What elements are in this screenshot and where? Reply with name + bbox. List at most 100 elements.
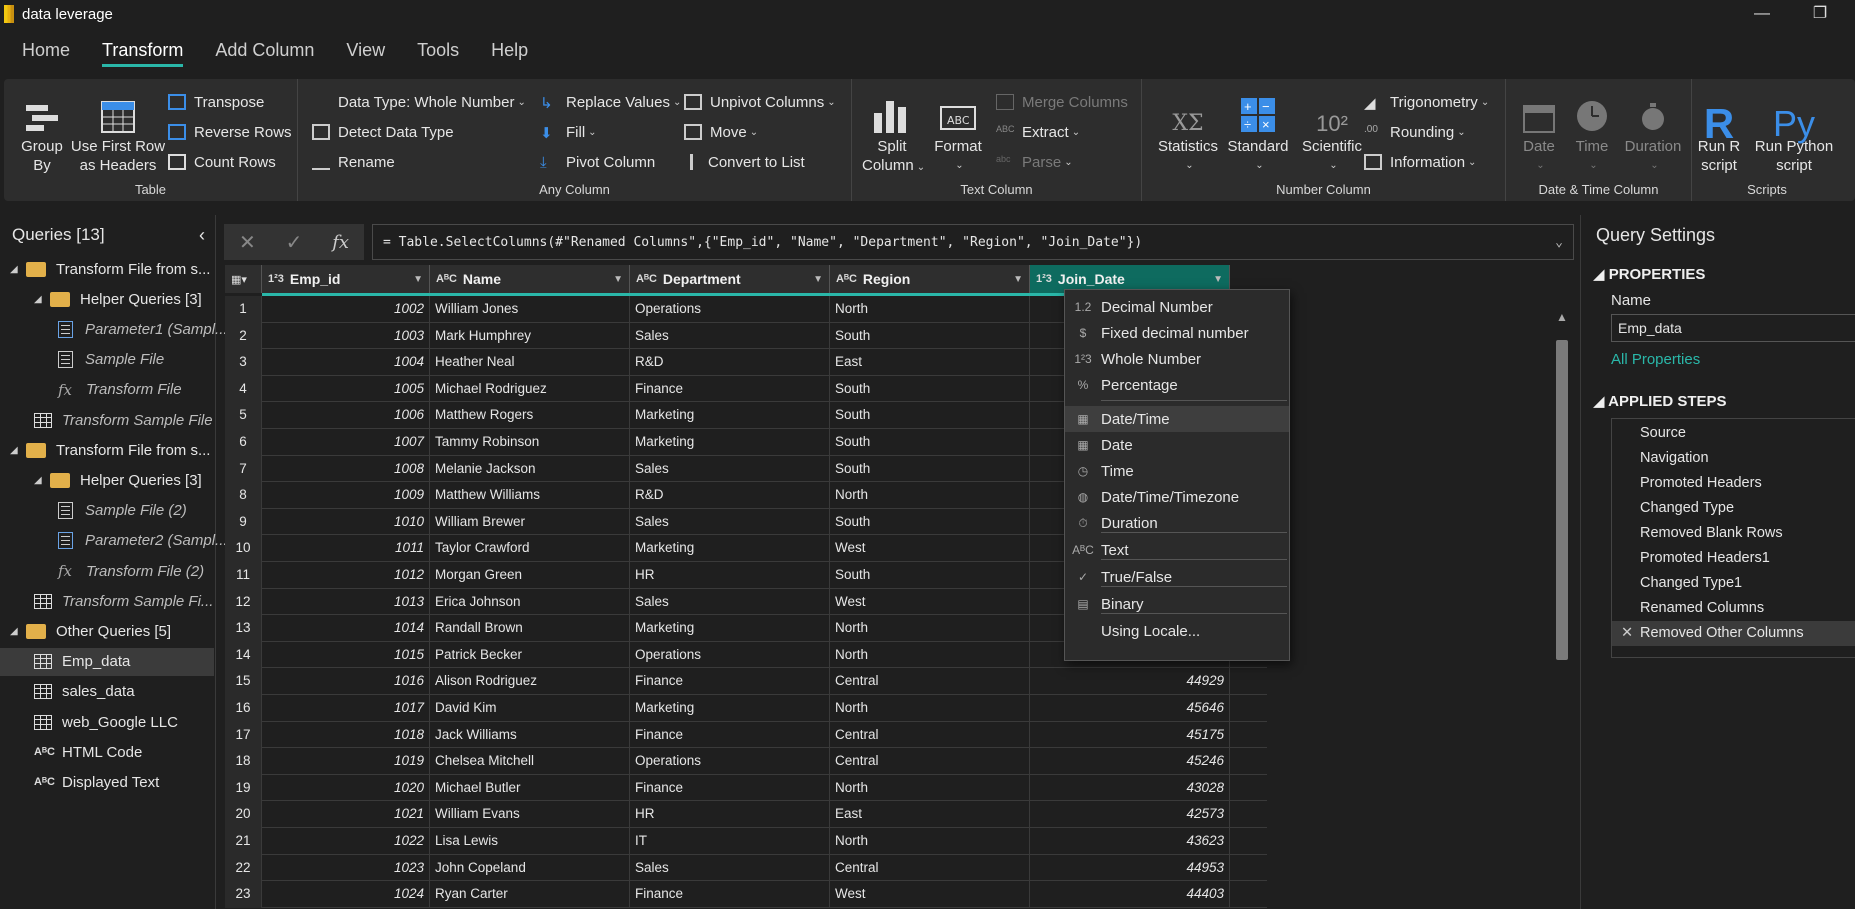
table-cell[interactable]: 22: [225, 854, 262, 882]
table-cell[interactable]: South: [830, 375, 1030, 403]
table-cell[interactable]: HR: [630, 562, 830, 589]
table-cell[interactable]: 16: [225, 695, 262, 722]
minimize-button[interactable]: —: [1742, 2, 1782, 26]
table-cell[interactable]: West: [830, 881, 1030, 908]
query-item[interactable]: ◢ Helper Queries [3]: [0, 466, 202, 494]
detect-data-type-button[interactable]: Detect Data Type: [312, 119, 454, 145]
table-cell[interactable]: Central: [830, 668, 1030, 695]
type-icon[interactable]: 1²3: [268, 273, 284, 285]
table-cell[interactable]: North: [830, 828, 1030, 855]
table-cell[interactable]: Patrick Becker: [430, 641, 630, 669]
formula-input[interactable]: = Table.SelectColumns(#"Renamed Columns"…: [372, 224, 1574, 260]
table-cell[interactable]: 1019: [262, 748, 430, 775]
query-item[interactable]: Sample File (2): [0, 497, 187, 525]
type-option-date-time-timezone[interactable]: ◍ Date/Time/Timezone: [1065, 484, 1289, 510]
table-cell[interactable]: North: [830, 482, 1030, 509]
table-cell[interactable]: 1016: [262, 668, 430, 695]
table-cell[interactable]: 1014: [262, 615, 430, 642]
table-cell[interactable]: North: [830, 774, 1030, 802]
table-cell[interactable]: R&D: [630, 482, 830, 509]
table-cell[interactable]: Marketing: [630, 429, 830, 456]
table-cell[interactable]: Ryan Carter: [430, 881, 630, 908]
scroll-up-icon[interactable]: ▲: [1553, 310, 1571, 324]
split-column-button[interactable]: Split Column ⌄: [862, 89, 925, 177]
run-python-script-button[interactable]: Py Run Python script: [1748, 89, 1840, 175]
table-cell[interactable]: 5: [225, 402, 262, 429]
delete-step-icon[interactable]: ✕: [1621, 621, 1633, 646]
table-cell[interactable]: North: [830, 695, 1030, 722]
run-r-script-button[interactable]: R Run Rscript: [1694, 89, 1744, 175]
rounding-button[interactable]: .00 Rounding ⌄: [1364, 119, 1466, 145]
table-cell[interactable]: Operations: [630, 296, 830, 323]
time-button[interactable]: Time ⌄: [1566, 89, 1618, 175]
table-cell[interactable]: Tammy Robinson: [430, 429, 630, 456]
trigonometry-button[interactable]: ◢ Trigonometry ⌄: [1364, 89, 1489, 115]
parse-button[interactable]: abc Parse ⌄: [996, 149, 1073, 175]
menu-home[interactable]: Home: [10, 28, 82, 72]
applied-step[interactable]: Removed Blank Rows: [1612, 521, 1855, 546]
table-cell[interactable]: 42573: [1030, 801, 1230, 828]
table-cell[interactable]: 1017: [262, 695, 430, 722]
table-cell[interactable]: 15: [225, 668, 262, 695]
table-cell[interactable]: Michael Rodriguez: [430, 375, 630, 403]
table-cell[interactable]: 1007: [262, 429, 430, 456]
table-cell[interactable]: 7: [225, 455, 262, 483]
table-cell[interactable]: South: [830, 562, 1030, 589]
table-cell[interactable]: Randall Brown: [430, 615, 630, 642]
reverse-rows-button[interactable]: Reverse Rows: [168, 119, 292, 145]
type-option-time[interactable]: ◷ Time: [1065, 458, 1289, 484]
table-cell[interactable]: William Evans: [430, 801, 630, 828]
expand-icon[interactable]: ◢: [10, 626, 26, 637]
query-item[interactable]: fx Transform File (2): [0, 557, 204, 585]
properties-section[interactable]: ◢ PROPERTIES: [1593, 265, 1705, 283]
table-cell[interactable]: 1020: [262, 774, 430, 802]
table-cell[interactable]: 1010: [262, 508, 430, 536]
table-cell[interactable]: West: [830, 588, 1030, 616]
table-cell[interactable]: South: [830, 322, 1030, 350]
table-cell[interactable]: 44929: [1030, 668, 1230, 695]
table-cell[interactable]: Sales: [630, 508, 830, 536]
type-option-date-time[interactable]: ▦ Date/Time: [1065, 406, 1289, 432]
table-cell[interactable]: Mark Humphrey: [430, 322, 630, 350]
table-cell[interactable]: William Jones: [430, 296, 630, 323]
table-cell[interactable]: Taylor Crawford: [430, 535, 630, 562]
table-cell[interactable]: 1012: [262, 562, 430, 589]
expand-icon[interactable]: ◢: [10, 445, 26, 456]
table-cell[interactable]: 1021: [262, 801, 430, 828]
table-cell[interactable]: 1015: [262, 641, 430, 669]
table-cell[interactable]: East: [830, 349, 1030, 376]
table-cell[interactable]: Melanie Jackson: [430, 455, 630, 483]
scientific-button[interactable]: 10² Scientific ⌄: [1296, 89, 1368, 175]
table-cell[interactable]: 1022: [262, 828, 430, 855]
query-item[interactable]: Parameter2 (Sampl...: [0, 527, 228, 555]
table-cell[interactable]: 19: [225, 774, 262, 802]
type-icon[interactable]: AᴮC: [636, 273, 657, 285]
table-cell[interactable]: Morgan Green: [430, 562, 630, 589]
table-cell[interactable]: 1005: [262, 375, 430, 403]
table-cell[interactable]: Marketing: [630, 695, 830, 722]
table-cell[interactable]: North: [830, 615, 1030, 642]
date-button[interactable]: Date ⌄: [1514, 89, 1564, 175]
table-cell[interactable]: East: [830, 801, 1030, 828]
unpivot-columns-button[interactable]: Unpivot Columns ⌄: [684, 89, 836, 115]
query-item[interactable]: ◢ Transform File from s...: [0, 255, 210, 283]
query-item[interactable]: AᴮC Displayed Text: [0, 768, 159, 796]
applied-step[interactable]: Source: [1612, 421, 1855, 446]
table-cell[interactable]: Central: [830, 721, 1030, 749]
table-cell[interactable]: Alison Rodriguez: [430, 668, 630, 695]
table-cell[interactable]: 1008: [262, 455, 430, 483]
table-cell[interactable]: Lisa Lewis: [430, 828, 630, 855]
merge-columns-button[interactable]: Merge Columns: [996, 89, 1128, 115]
table-cell[interactable]: HR: [630, 801, 830, 828]
table-cell[interactable]: 21: [225, 828, 262, 855]
table-cell[interactable]: 23: [225, 881, 262, 908]
query-item[interactable]: Parameter1 (Sampl...: [0, 315, 228, 343]
table-cell[interactable]: Central: [830, 748, 1030, 775]
menu-transform[interactable]: Transform: [90, 28, 195, 72]
fill-button[interactable]: ⬇ Fill ⌄: [540, 119, 597, 145]
table-cell[interactable]: Sales: [630, 854, 830, 882]
format-button[interactable]: ABC Format ⌄: [930, 89, 986, 175]
table-cell[interactable]: Operations: [630, 748, 830, 775]
column-header-emp-id[interactable]: 1²3 Emp_id ▼: [262, 265, 430, 293]
rename-button[interactable]: Rename: [312, 149, 395, 175]
